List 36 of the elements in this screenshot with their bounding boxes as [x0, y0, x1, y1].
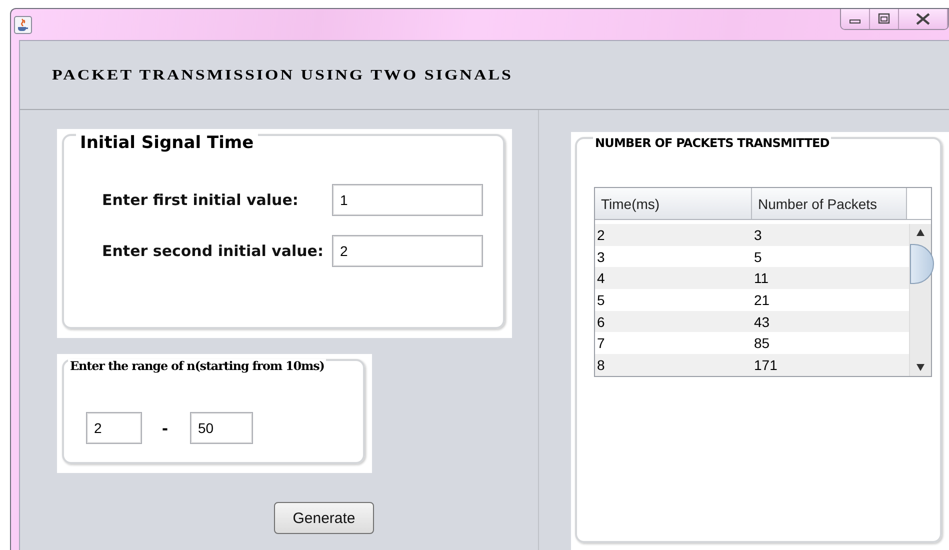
- column-header[interactable]: Time(ms): [595, 188, 752, 219]
- column-header[interactable]: Number of Packets: [752, 188, 907, 219]
- text-field[interactable]: 1: [332, 184, 483, 216]
- scrollbar-thumb[interactable]: [910, 244, 934, 284]
- range-separator: -: [162, 418, 168, 438]
- table-cell-text: 11: [753, 270, 770, 286]
- minimize-icon[interactable]: [841, 9, 870, 29]
- table-cell-text: 3: [596, 248, 606, 265]
- table-cell-text: 5: [596, 292, 606, 308]
- field-label: Enter first initial value:: [102, 191, 300, 209]
- table-cell-text: 85: [753, 335, 771, 352]
- table-cell-text: 3: [753, 226, 763, 243]
- text-field[interactable]: 2: [332, 235, 483, 267]
- table-cell-text: 21: [753, 292, 771, 308]
- app-heading: PACKET TRANSMISSION USING TWO SIGNALS: [52, 66, 514, 84]
- table-cell-text: 171: [753, 356, 778, 373]
- maximize-icon[interactable]: [870, 9, 899, 29]
- table-cell-text: 4: [596, 270, 606, 286]
- text-field[interactable]: 2: [86, 412, 142, 444]
- table-cell-text: 43: [753, 314, 771, 330]
- table-cell-text: 8: [596, 356, 606, 373]
- cup-icon: [14, 16, 32, 34]
- scrollbar[interactable]: [909, 224, 931, 376]
- field-label: Enter second initial value:: [102, 242, 324, 260]
- close-icon[interactable]: [899, 9, 948, 29]
- panel-title: NUMBER OF PACKETS TRANSMITTED: [593, 136, 832, 150]
- table-cell-text: 5: [753, 248, 763, 265]
- generate-button[interactable]: Generate: [274, 502, 374, 534]
- scroll-up-icon[interactable]: [916, 228, 925, 237]
- text-field[interactable]: 50: [190, 412, 253, 444]
- panel-title: Enter the range of n(starting from 10ms): [68, 359, 326, 373]
- table-cell-text: 7: [596, 335, 606, 352]
- panel-title: Initial Signal Time: [76, 133, 258, 153]
- table-cell-text: 6: [596, 314, 606, 330]
- table-cell-text: 2: [596, 226, 606, 243]
- scroll-down-icon[interactable]: [916, 363, 925, 372]
